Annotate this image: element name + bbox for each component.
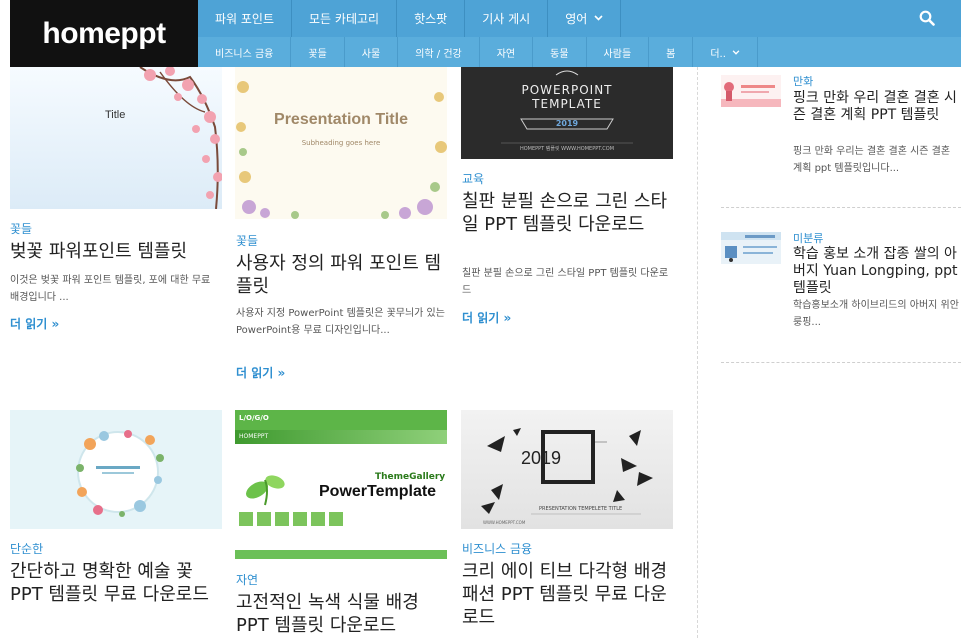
thumb-subtitle-text: Subheading goes here <box>301 139 381 147</box>
sidebar-title[interactable]: 핑크 만화 우리 결혼 결혼 시즌 결혼 계획 PPT 템플릿 <box>793 90 961 124</box>
card-category[interactable]: 단순한 <box>10 540 43 557</box>
thumb-year-text: 2019 <box>555 119 579 128</box>
nav-item-hotspot[interactable]: 핫스팟 <box>397 0 466 37</box>
search-icon[interactable] <box>919 10 935 26</box>
site-logo[interactable]: homeppt <box>10 0 198 67</box>
card-title[interactable]: 사용자 정의 파워 포인트 템플릿 <box>236 252 448 298</box>
wedding-cartoon-image <box>721 82 781 107</box>
thumb-title-text: Title <box>105 109 126 121</box>
sidebar-excerpt: 학습홍보소개 하이브리드의 아버지 위안룽핑... <box>793 300 959 328</box>
subnav-item-objects[interactable]: 사물 <box>345 37 399 67</box>
thumb-title-text: Presentation Title <box>274 111 408 128</box>
card-thumbnail[interactable]: L/O/G/O HOMEPPT ThemeGallery PowerTempla… <box>235 410 447 559</box>
logo-text: homeppt <box>42 16 166 50</box>
read-more-link[interactable]: 더 읽기 » <box>236 364 285 381</box>
top-nav: 파워 포인트 모든 카테고리 핫스팟 기사 게시 영어 <box>198 0 961 37</box>
card-category[interactable]: 꽃들 <box>236 232 258 249</box>
card-title[interactable]: 칠판 분필 손으로 그린 스타일 PPT 템플릿 다운로드 <box>462 190 674 236</box>
card-thumbnail[interactable]: Title <box>10 67 222 209</box>
column-divider <box>697 67 698 638</box>
thumb-url-text: WWW.HOMEPPT.COM <box>483 520 526 525</box>
card-category[interactable]: 교육 <box>462 170 484 187</box>
thumb-brand-text: HOMEPPT <box>239 433 269 440</box>
thumb-title-text: PowerTemplate <box>319 483 437 500</box>
card-thumbnail[interactable]: Presentation Title Subheading goes here <box>235 67 447 219</box>
card-excerpt: 사용자 지정 PowerPoint 템플릿은 꽃무늬가 있는 PowerPoin… <box>236 308 445 336</box>
subnav-item-flowers[interactable]: 꽃들 <box>291 37 345 67</box>
nav-item-all-categories[interactable]: 모든 카테고리 <box>292 0 398 37</box>
thumb-year-text: 2019 <box>521 448 562 468</box>
card-thumbnail[interactable]: 2019 PRESENTATION TEMPELETE TITLE WWW.HO… <box>461 410 673 529</box>
sidebar-excerpt: 핑크 만화 우리는 결혼 결혼 시즌 결혼 계획 ppt 템플릿입니다... <box>793 146 951 174</box>
card-title[interactable]: 간단하고 명확한 예술 꽃 PPT 템플릿 무료 다운로드 <box>10 560 222 606</box>
sidebar-category[interactable]: 만화 <box>793 73 813 89</box>
sidebar-thumbnail[interactable] <box>721 75 781 107</box>
card-title[interactable]: 고전적인 녹색 식물 배경 PPT 템플릿 다운로드 <box>236 591 448 637</box>
cherry-blossom-image <box>139 67 222 209</box>
subnav-item-nature[interactable]: 자연 <box>480 37 534 67</box>
card-title[interactable]: 크리 에이 티브 다각형 배경 패션 PPT 템플릿 무료 다운로드 <box>462 560 674 629</box>
sidebar-category[interactable]: 미분류 <box>793 230 823 246</box>
sidebar-divider <box>721 362 961 363</box>
thumb-title-text: TEMPLATE <box>532 97 602 111</box>
floral-wreath-image <box>76 430 164 517</box>
subnav-item-business[interactable]: 비즈니스 금융 <box>198 37 292 67</box>
card-excerpt: 칠판 분필 손으로 그린 스타일 PPT 템플릿 다운로드 <box>462 268 669 296</box>
subnav-item-spring[interactable]: 봄 <box>649 37 694 67</box>
sidebar-title[interactable]: 학습 홍보 소개 잡종 쌀의 아버지 Yuan Longping, ppt 템플… <box>793 246 961 297</box>
card-title[interactable]: 벚꽃 파워포인트 템플릿 <box>10 240 222 263</box>
chevron-down-icon <box>732 47 740 58</box>
chevron-down-icon <box>594 14 603 24</box>
subnav-item-more[interactable]: 더.. <box>693 37 758 67</box>
subnav-item-animals[interactable]: 동물 <box>533 37 587 67</box>
card-category[interactable]: 비즈니스 금융 <box>462 540 532 557</box>
card-category[interactable]: 자연 <box>236 571 258 588</box>
card-thumbnail[interactable] <box>10 410 222 529</box>
thumb-title-text: POWERPOINT <box>521 83 613 97</box>
sidebar-divider <box>721 207 961 208</box>
nav-item-posts[interactable]: 기사 게시 <box>465 0 549 37</box>
thumb-gallery-text: ThemeGallery <box>375 472 446 482</box>
thumb-logo-text: L/O/G/O <box>239 414 269 422</box>
read-more-link[interactable]: 더 읽기 » <box>10 315 59 332</box>
nav-item-powerpoint[interactable]: 파워 포인트 <box>198 0 293 37</box>
nav-item-english[interactable]: 영어 <box>548 0 622 37</box>
subnav-item-medical[interactable]: 의학 / 건강 <box>398 37 480 67</box>
rice-promo-image <box>721 232 781 262</box>
thumb-url-text: HOMEPPT 템플릿 WWW.HOMEPPT.COM <box>519 146 615 152</box>
read-more-link[interactable]: 더 읽기 » <box>462 309 511 326</box>
card-category[interactable]: 꽃들 <box>10 220 32 237</box>
thumb-title-text: PRESENTATION TEMPELETE TITLE <box>539 506 623 512</box>
sidebar-thumbnail[interactable] <box>721 232 781 264</box>
sub-nav: 비즈니스 금융 꽃들 사물 의학 / 건강 자연 동물 사람들 봄 더.. <box>198 37 961 67</box>
subnav-item-people[interactable]: 사람들 <box>587 37 650 67</box>
card-thumbnail[interactable]: POWERPOINT TEMPLATE 2019 HOMEPPT 템플릿 WWW… <box>461 67 673 159</box>
card-excerpt: 이것은 벚꽃 파워 포인트 템플릿, 포에 대한 무료 배경입니다 ... <box>10 275 211 303</box>
